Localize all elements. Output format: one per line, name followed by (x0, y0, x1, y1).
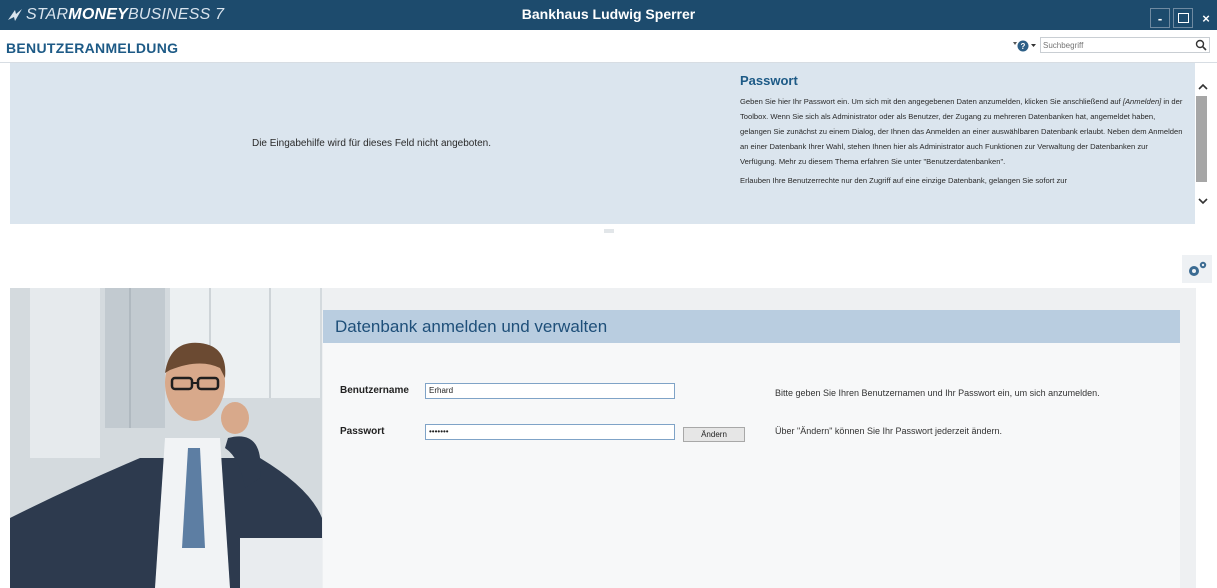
businessman-illustration (10, 288, 322, 588)
login-panel-title: Datenbank anmelden und verwalten (335, 317, 608, 336)
decorative-photo (10, 288, 322, 588)
minimize-button[interactable]: - (1150, 8, 1170, 28)
help-paragraph: Erlauben Ihre Benutzerrechte nur den Zug… (740, 176, 1068, 185)
minimize-icon: - (1157, 10, 1163, 26)
scrollbar-thumb[interactable] (1196, 96, 1207, 182)
login-panel-header: Datenbank anmelden und verwalten (323, 310, 1180, 343)
page-header: BENUTZERANMELDUNG ? (0, 30, 1217, 63)
field-help-message: Die Eingabehilfe wird für dieses Feld ni… (251, 138, 492, 149)
svg-text:?: ? (1021, 42, 1026, 51)
page-title: BENUTZERANMELDUNG (6, 40, 179, 56)
help-button[interactable]: ? (1012, 38, 1038, 54)
search-box (1040, 37, 1210, 53)
help-area: Die Eingabehilfe wird für dieses Feld ni… (10, 63, 1195, 224)
username-field[interactable]: Erhard (425, 383, 675, 399)
close-button[interactable]: × (1196, 8, 1216, 28)
settings-gears-icon (1189, 261, 1207, 276)
help-paragraph-part: in der Toolbox. Wenn Sie sich als Admini… (740, 97, 1183, 166)
help-heading: Passwort (740, 73, 798, 88)
password-label: Passwort (340, 426, 385, 437)
search-icon[interactable] (1195, 39, 1207, 51)
window-title: Bankhaus Ludwig Sperrer (521, 6, 696, 22)
help-paragraph: Geben Sie hier Ihr Passwort ein. Um sich… (740, 94, 1186, 169)
splitter-grip-icon[interactable] (604, 229, 614, 233)
close-icon: × (1202, 10, 1210, 26)
login-panel (323, 310, 1180, 588)
title-bar: STAR MONEY BUSINESS 7 Bankhaus Ludwig Spe… (0, 0, 1217, 30)
help-topic: Passwort Geben Sie hier Ihr Passwort ein… (740, 73, 1186, 188)
maximize-icon (1177, 13, 1189, 23)
password-field[interactable]: ••••••• (425, 424, 675, 440)
change-password-hint: Über "Ändern" können Sie Ihr Passwort je… (775, 426, 1003, 436)
help-icon: ? (1013, 40, 1036, 52)
settings-button[interactable] (1182, 255, 1212, 283)
login-hint: Bitte geben Sie Ihren Benutzernamen und … (775, 388, 1100, 398)
anmelden-link[interactable]: [Anmelden] (1123, 97, 1161, 106)
change-password-button[interactable]: Ändern (683, 427, 745, 442)
username-label: Benutzername (340, 385, 409, 396)
help-paragraph-part: Geben Sie hier Ihr Passwort ein. Um sich… (740, 97, 1123, 106)
search-input[interactable] (1043, 38, 1183, 52)
maximize-button[interactable] (1173, 8, 1193, 28)
chevron-up-icon[interactable] (1196, 80, 1210, 94)
chevron-down-icon[interactable] (1196, 194, 1210, 208)
